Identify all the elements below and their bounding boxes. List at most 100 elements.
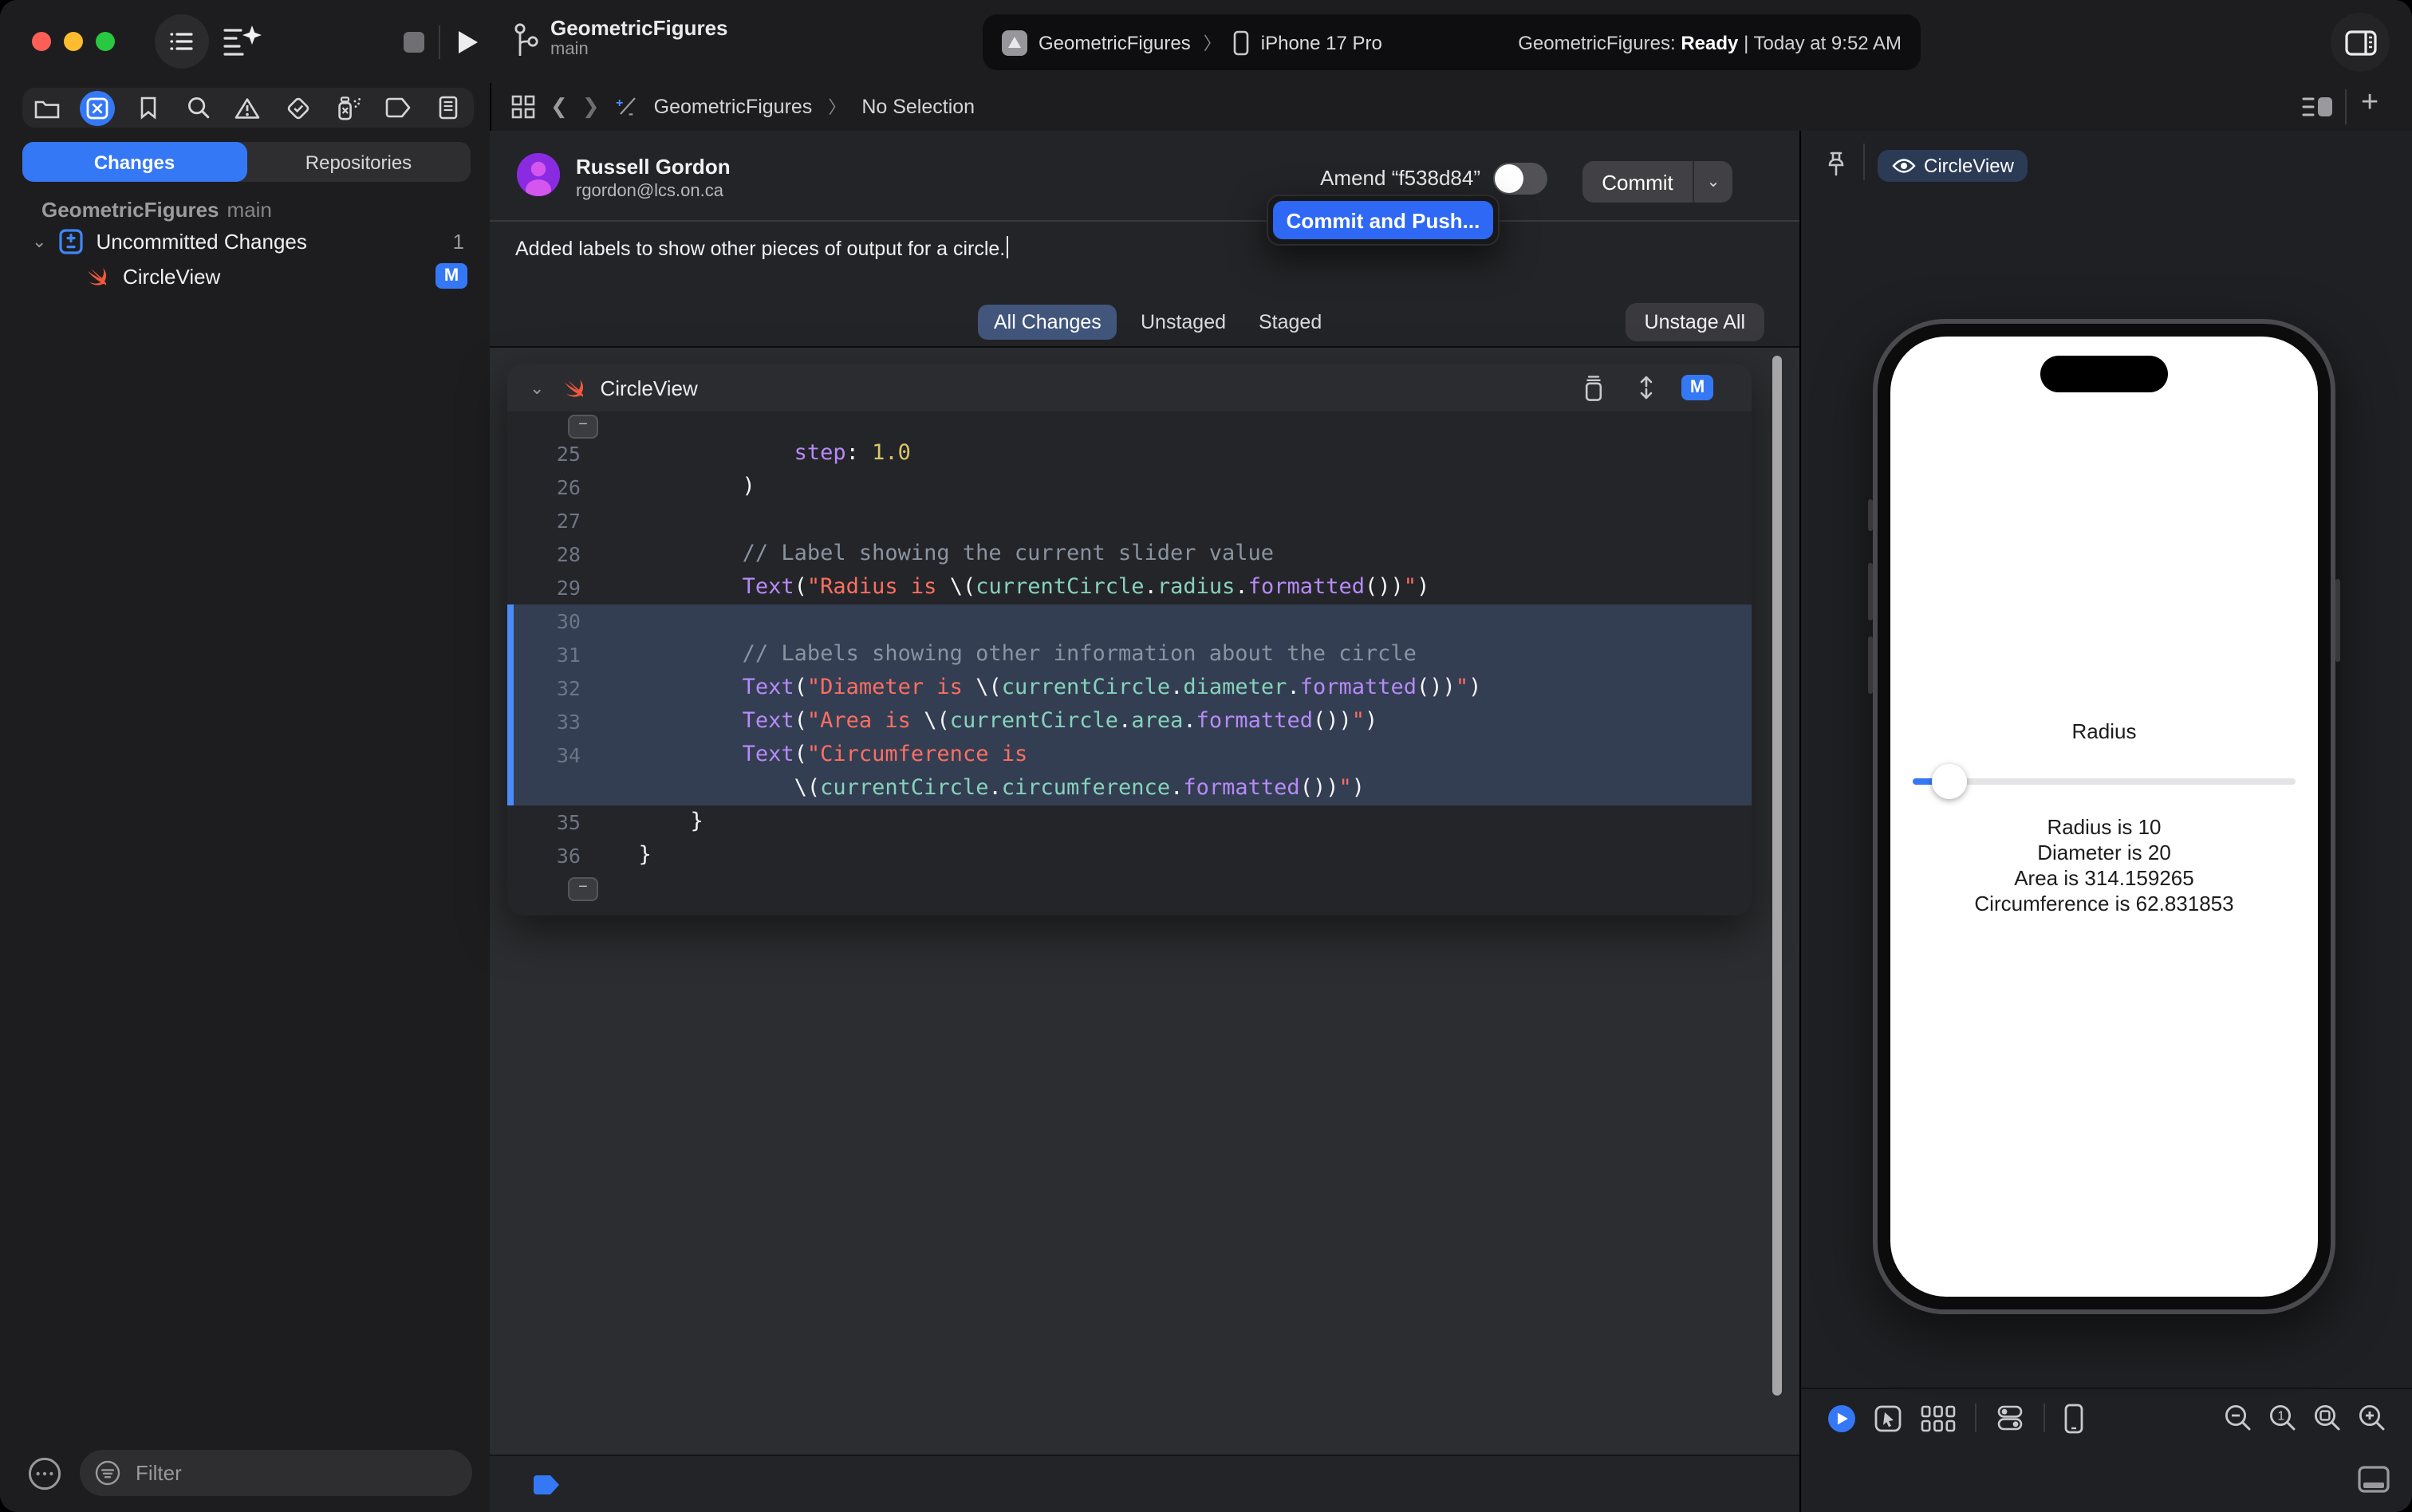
preview-screen[interactable]: Radius Radius is 10 Diameter is 20 Area …	[1890, 337, 2318, 1297]
tree-row-uncommitted-changes[interactable]: ⌄ Uncommitted Changes 1	[0, 223, 490, 258]
repo-branch: main	[227, 198, 272, 222]
tree-item-label: CircleView	[123, 264, 221, 288]
related-items-icon[interactable]	[510, 94, 536, 120]
file-diff-card: ⌄ CircleView M − 25 step: 1.0 26) 27 28…	[507, 364, 1752, 915]
canvas-bottom-bar	[1799, 1447, 2412, 1512]
commit-dropdown-button[interactable]: ⌄	[1694, 173, 1732, 191]
tag-icon[interactable]	[531, 1474, 562, 1496]
iphone-icon	[1234, 30, 1250, 55]
editor-layout-button[interactable]	[2302, 94, 2334, 120]
area-value-label: Area is 314.159265	[2014, 866, 2194, 890]
commit-button[interactable]: Commit ⌄	[1582, 161, 1732, 203]
forward-button[interactable]: ❯	[582, 94, 600, 120]
vertical-scrollbar[interactable]	[1772, 356, 1782, 1396]
filter-field[interactable]	[80, 1450, 472, 1496]
preview-device-button[interactable]	[2064, 1403, 2083, 1433]
slider-track[interactable]	[1913, 778, 2296, 785]
activity-app-name: GeometricFigures	[1038, 31, 1191, 53]
navigator-tab-project[interactable]	[22, 96, 73, 119]
add-editor-button[interactable]: +	[2361, 86, 2378, 121]
code-line: 28 // Label showing the current slider v…	[507, 537, 1752, 571]
code-text: Text("Area is \(currentCircle.area.forma…	[742, 708, 1378, 734]
uncommitted-changes-icon	[59, 228, 84, 254]
code-line: 33 Text("Area is \(currentCircle.area.fo…	[507, 705, 1752, 738]
code-diff-view[interactable]: − 25 step: 1.0 26 ) 27 28 // Label showing …	[507, 411, 1752, 915]
fold-marker-top[interactable]: −	[568, 415, 598, 439]
activity-separator: 〉	[1203, 34, 1221, 53]
fold-marker-bottom[interactable]: −	[568, 877, 598, 901]
minimize-window-button[interactable]	[64, 32, 83, 51]
file-disclosure-chevron-icon[interactable]: ⌄	[530, 377, 544, 398]
breadcrumb-project[interactable]: GeometricFigures	[654, 96, 813, 118]
more-options-icon[interactable]	[27, 1456, 62, 1491]
menu-item-commit-and-push[interactable]: Commit and Push...	[1273, 201, 1493, 239]
discard-changes-icon[interactable]	[1582, 374, 1605, 401]
navigator-tab-debug[interactable]	[323, 95, 373, 120]
code-text: }	[613, 842, 652, 868]
status-project: GeometricFigures:	[1518, 31, 1676, 53]
pin-preview-icon[interactable]	[1823, 150, 1849, 177]
code-line: 34 Text("Circumference is	[507, 738, 1752, 772]
code-line: 35 }	[507, 805, 1752, 839]
sidebar-filter-bar	[0, 1435, 490, 1512]
slider-knob[interactable]	[1932, 764, 1967, 799]
zoom-in-icon[interactable]	[2358, 1404, 2386, 1432]
navigator-tab-tests[interactable]	[273, 95, 323, 120]
breadcrumb-separator: 〉	[828, 99, 846, 118]
zoom-window-button[interactable]	[96, 32, 115, 51]
tab-repositories[interactable]: Repositories	[246, 142, 471, 182]
live-preview-button[interactable]	[1828, 1404, 1855, 1431]
line-number: 29	[556, 576, 581, 600]
code-text: step: 1.0	[794, 440, 911, 466]
run-button[interactable]	[456, 29, 480, 56]
amend-toggle[interactable]	[1493, 163, 1547, 195]
canvas-divider[interactable]	[1799, 131, 1801, 1512]
unstage-all-button[interactable]: Unstage All	[1625, 303, 1764, 341]
tree-row-circleview[interactable]: CircleView M	[0, 258, 490, 293]
back-button[interactable]: ❮	[550, 94, 568, 120]
filter-input[interactable]	[132, 1459, 426, 1486]
commit-message-input[interactable]: Added labels to show other pieces of out…	[515, 236, 1009, 260]
code-text: Text("Radius is \(currentCircle.radius.f…	[742, 574, 1430, 600]
variants-mode-button[interactable]	[1921, 1404, 1956, 1431]
activity-device-name: iPhone 17 Pro	[1260, 31, 1382, 53]
commit-button-label: Commit	[1602, 170, 1673, 194]
line-number: 35	[556, 810, 581, 834]
intelligence-button[interactable]	[222, 22, 263, 61]
file-card-title: CircleView	[600, 376, 698, 400]
device-settings-button[interactable]	[1996, 1404, 2024, 1432]
breadcrumb-selection[interactable]: No Selection	[861, 96, 975, 118]
disclosure-chevron-icon[interactable]: ⌄	[32, 230, 46, 251]
toggle-bottom-panel-icon[interactable]	[2358, 1466, 2390, 1493]
toolbar-divider	[2044, 1404, 2045, 1432]
navigator-tab-breakpoints[interactable]	[373, 97, 424, 118]
tab-unstaged[interactable]: Unstaged	[1125, 305, 1242, 340]
navigator-tab-bookmarks[interactable]	[123, 96, 173, 120]
file-card-header[interactable]: ⌄ CircleView M	[507, 364, 1752, 411]
tab-changes[interactable]: Changes	[22, 142, 246, 182]
selectable-mode-button[interactable]	[1874, 1404, 1902, 1431]
tab-all-changes[interactable]: All Changes	[978, 305, 1117, 340]
app-icon	[1002, 30, 1027, 55]
radius-slider[interactable]	[1913, 764, 2296, 799]
stop-button[interactable]	[404, 32, 424, 53]
navigator-tab-issues[interactable]	[223, 96, 274, 119]
navigator-tab-bar	[22, 88, 474, 128]
navigator-sidebar: Changes Repositories GeometricFigures mai…	[0, 131, 490, 1512]
zoom-out-icon[interactable]	[2224, 1404, 2252, 1432]
preview-target-pill[interactable]: CircleView	[1878, 150, 2028, 182]
close-window-button[interactable]	[32, 32, 51, 51]
sidebar-list-button[interactable]	[155, 14, 209, 69]
zoom-100-icon[interactable]: 1	[2268, 1404, 2297, 1432]
filter-icon	[95, 1460, 120, 1486]
inspector-toggle-button[interactable]	[2331, 13, 2390, 72]
tab-staged[interactable]: Staged	[1243, 305, 1338, 340]
navigator-tab-source-control[interactable]	[73, 90, 123, 125]
code-text: \(currentCircle.circumference.formatted(…	[794, 775, 1366, 801]
zoom-fit-icon[interactable]	[2313, 1404, 2342, 1432]
compare-versions-icon[interactable]	[1634, 373, 1659, 402]
activity-view[interactable]: GeometricFigures 〉 iPhone 17 Pro Geometr…	[983, 14, 1921, 70]
navigator-tab-find[interactable]	[173, 96, 223, 120]
navigator-tab-reports[interactable]	[424, 96, 474, 120]
